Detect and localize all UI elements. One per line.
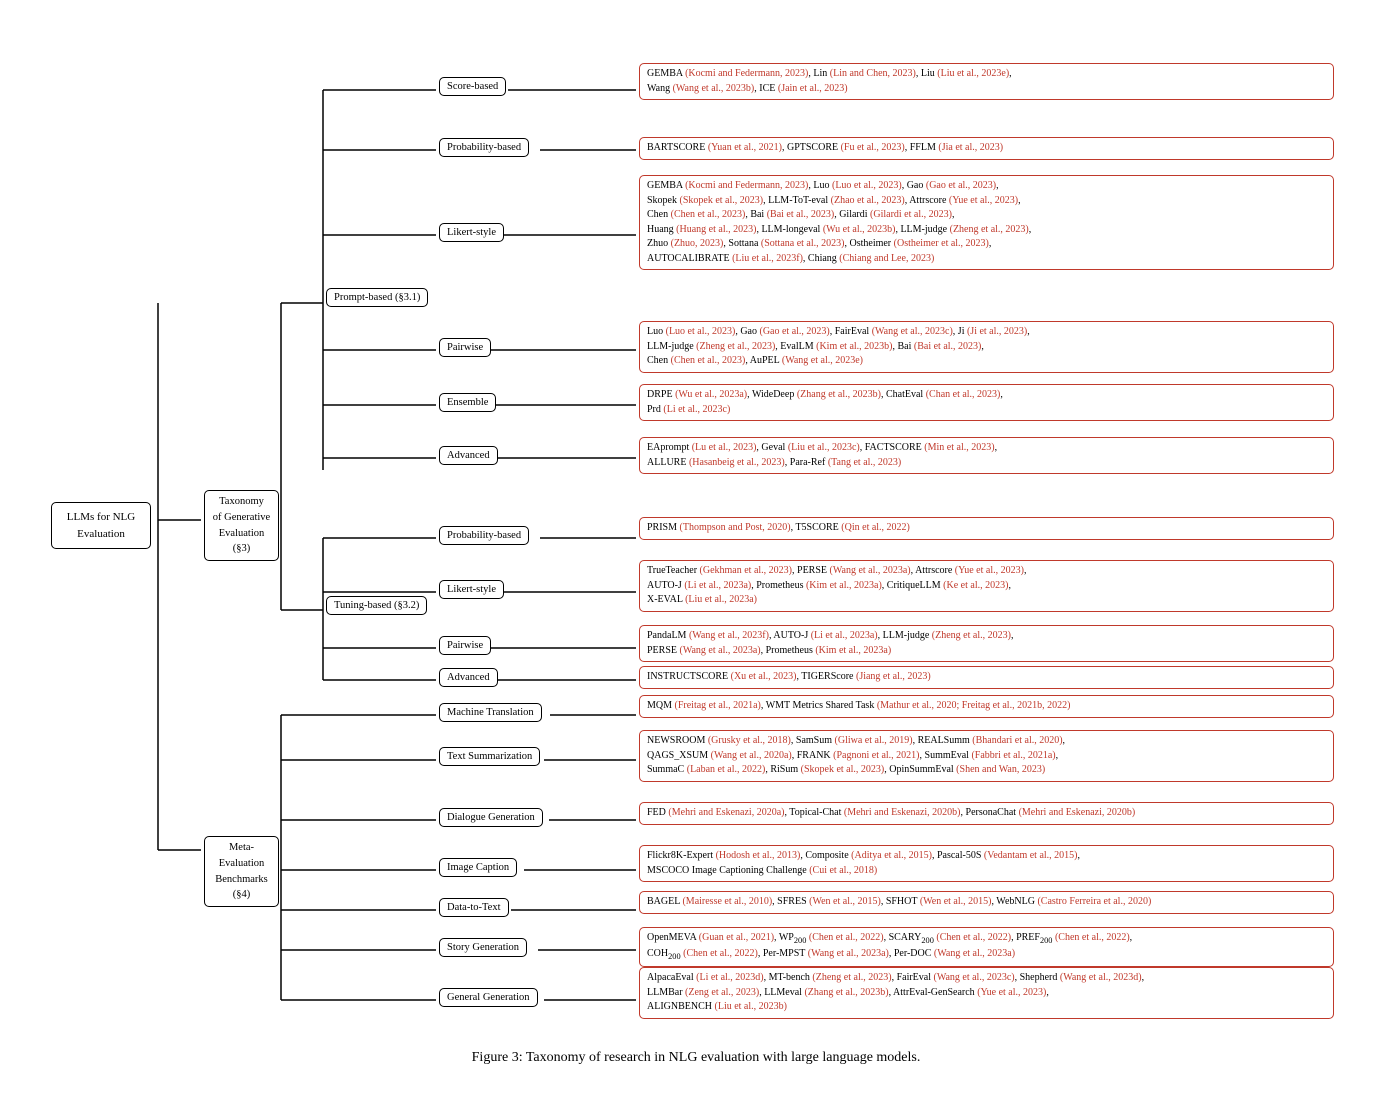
advanced-2-label: Advanced xyxy=(447,672,490,683)
pairwise-1-node: Pairwise xyxy=(439,338,491,357)
ensemble-node: Ensemble xyxy=(439,393,496,412)
data-to-text-node: Data-to-Text xyxy=(439,898,509,917)
pairwise-2-content: PandaLM (Wang et al., 2023f), AUTO-J (Li… xyxy=(639,625,1334,662)
meta-eval-node: Meta-EvaluationBenchmarks (§4) xyxy=(204,836,279,907)
likert-2-content: TrueTeacher (Gekhman et al., 2023), PERS… xyxy=(639,560,1334,612)
machine-translation-content: MQM (Freitag et al., 2021a), WMT Metrics… xyxy=(639,695,1334,718)
image-caption-node: Image Caption xyxy=(439,858,517,877)
general-generation-content: AlpacaEval (Li et al., 2023d), MT-bench … xyxy=(639,967,1334,1019)
ensemble-label: Ensemble xyxy=(447,397,488,408)
ensemble-content: DRPE (Wu et al., 2023a), WideDeep (Zhang… xyxy=(639,384,1334,421)
score-based-label: Score-based xyxy=(447,81,498,92)
root-node: LLMs for NLGEvaluation xyxy=(51,502,151,549)
image-caption-content: Flickr8K-Expert (Hodosh et al., 2013), C… xyxy=(639,845,1334,882)
dialogue-generation-content: FED (Mehri and Eskenazi, 2020a), Topical… xyxy=(639,802,1334,825)
text-summarization-label: Text Summarization xyxy=(447,751,532,762)
prompt-based-label: Prompt-based (§3.1) xyxy=(334,292,420,303)
story-generation-label: Story Generation xyxy=(447,942,519,953)
data-to-text-label: Data-to-Text xyxy=(447,902,501,913)
prob-based-2-content: PRISM (Thompson and Post, 2020), T5SCORE… xyxy=(639,517,1334,540)
likert-1-label: Likert-style xyxy=(447,227,496,238)
diagram: LLMs for NLGEvaluation Taxonomyof Genera… xyxy=(41,30,1351,1030)
pairwise-1-content: Luo (Luo et al., 2023), Gao (Gao et al.,… xyxy=(639,321,1334,373)
dialogue-generation-label: Dialogue Generation xyxy=(447,812,535,823)
meta-eval-label: Meta-EvaluationBenchmarks (§4) xyxy=(215,842,268,900)
likert-1-content: GEMBA (Kocmi and Federmann, 2023), Luo (… xyxy=(639,175,1334,270)
probability-based-1-node: Probability-based xyxy=(439,138,529,157)
root-label: LLMs for NLGEvaluation xyxy=(67,511,135,540)
dialogue-generation-node: Dialogue Generation xyxy=(439,808,543,827)
general-generation-label: General Generation xyxy=(447,992,530,1003)
machine-translation-node: Machine Translation xyxy=(439,703,542,722)
prompt-based-node: Prompt-based (§3.1) xyxy=(326,288,428,307)
taxonomy-node: Taxonomyof GenerativeEvaluation (§3) xyxy=(204,490,279,561)
likert-style-1-node: Likert-style xyxy=(439,223,504,242)
pairwise-1-label: Pairwise xyxy=(447,342,483,353)
tuning-based-node: Tuning-based (§3.2) xyxy=(326,596,427,615)
likert-style-2-node: Likert-style xyxy=(439,580,504,599)
page-container: LLMs for NLGEvaluation Taxonomyof Genera… xyxy=(21,20,1371,1086)
pairwise-2-label: Pairwise xyxy=(447,640,483,651)
pairwise-2-node: Pairwise xyxy=(439,636,491,655)
prob-based-2-label: Probability-based xyxy=(447,530,521,541)
prob-based-1-label: Probability-based xyxy=(447,142,521,153)
score-based-content: GEMBA (Kocmi and Federmann, 2023), Lin (… xyxy=(639,63,1334,100)
data-to-text-content: BAGEL (Mairesse et al., 2010), SFRES (We… xyxy=(639,891,1334,914)
advanced-1-content: EAprompt (Lu et al., 2023), Geval (Liu e… xyxy=(639,437,1334,474)
taxonomy-label: Taxonomyof GenerativeEvaluation (§3) xyxy=(213,496,270,554)
machine-translation-label: Machine Translation xyxy=(447,707,534,718)
tuning-based-label: Tuning-based (§3.2) xyxy=(334,600,419,611)
advanced-1-label: Advanced xyxy=(447,450,490,461)
figure-caption: Figure 3: Taxonomy of research in NLG ev… xyxy=(41,1050,1351,1066)
image-caption-label: Image Caption xyxy=(447,862,509,873)
score-based-node: Score-based xyxy=(439,77,506,96)
advanced-1-node: Advanced xyxy=(439,446,498,465)
text-summarization-content: NEWSROOM (Grusky et al., 2018), SamSum (… xyxy=(639,730,1334,782)
figure-container: LLMs for NLGEvaluation Taxonomyof Genera… xyxy=(21,20,1371,1086)
advanced-2-node: Advanced xyxy=(439,668,498,687)
text-summarization-node: Text Summarization xyxy=(439,747,540,766)
probability-based-2-node: Probability-based xyxy=(439,526,529,545)
general-generation-node: General Generation xyxy=(439,988,538,1007)
story-generation-content: OpenMEVA (Guan et al., 2021), WP200 (Che… xyxy=(639,927,1334,967)
prob-based-1-content: BARTSCORE (Yuan et al., 2021), GPTSCORE … xyxy=(639,137,1334,160)
advanced-2-content: INSTRUCTSCORE (Xu et al., 2023), TIGERSc… xyxy=(639,666,1334,689)
story-generation-node: Story Generation xyxy=(439,938,527,957)
likert-2-label: Likert-style xyxy=(447,584,496,595)
